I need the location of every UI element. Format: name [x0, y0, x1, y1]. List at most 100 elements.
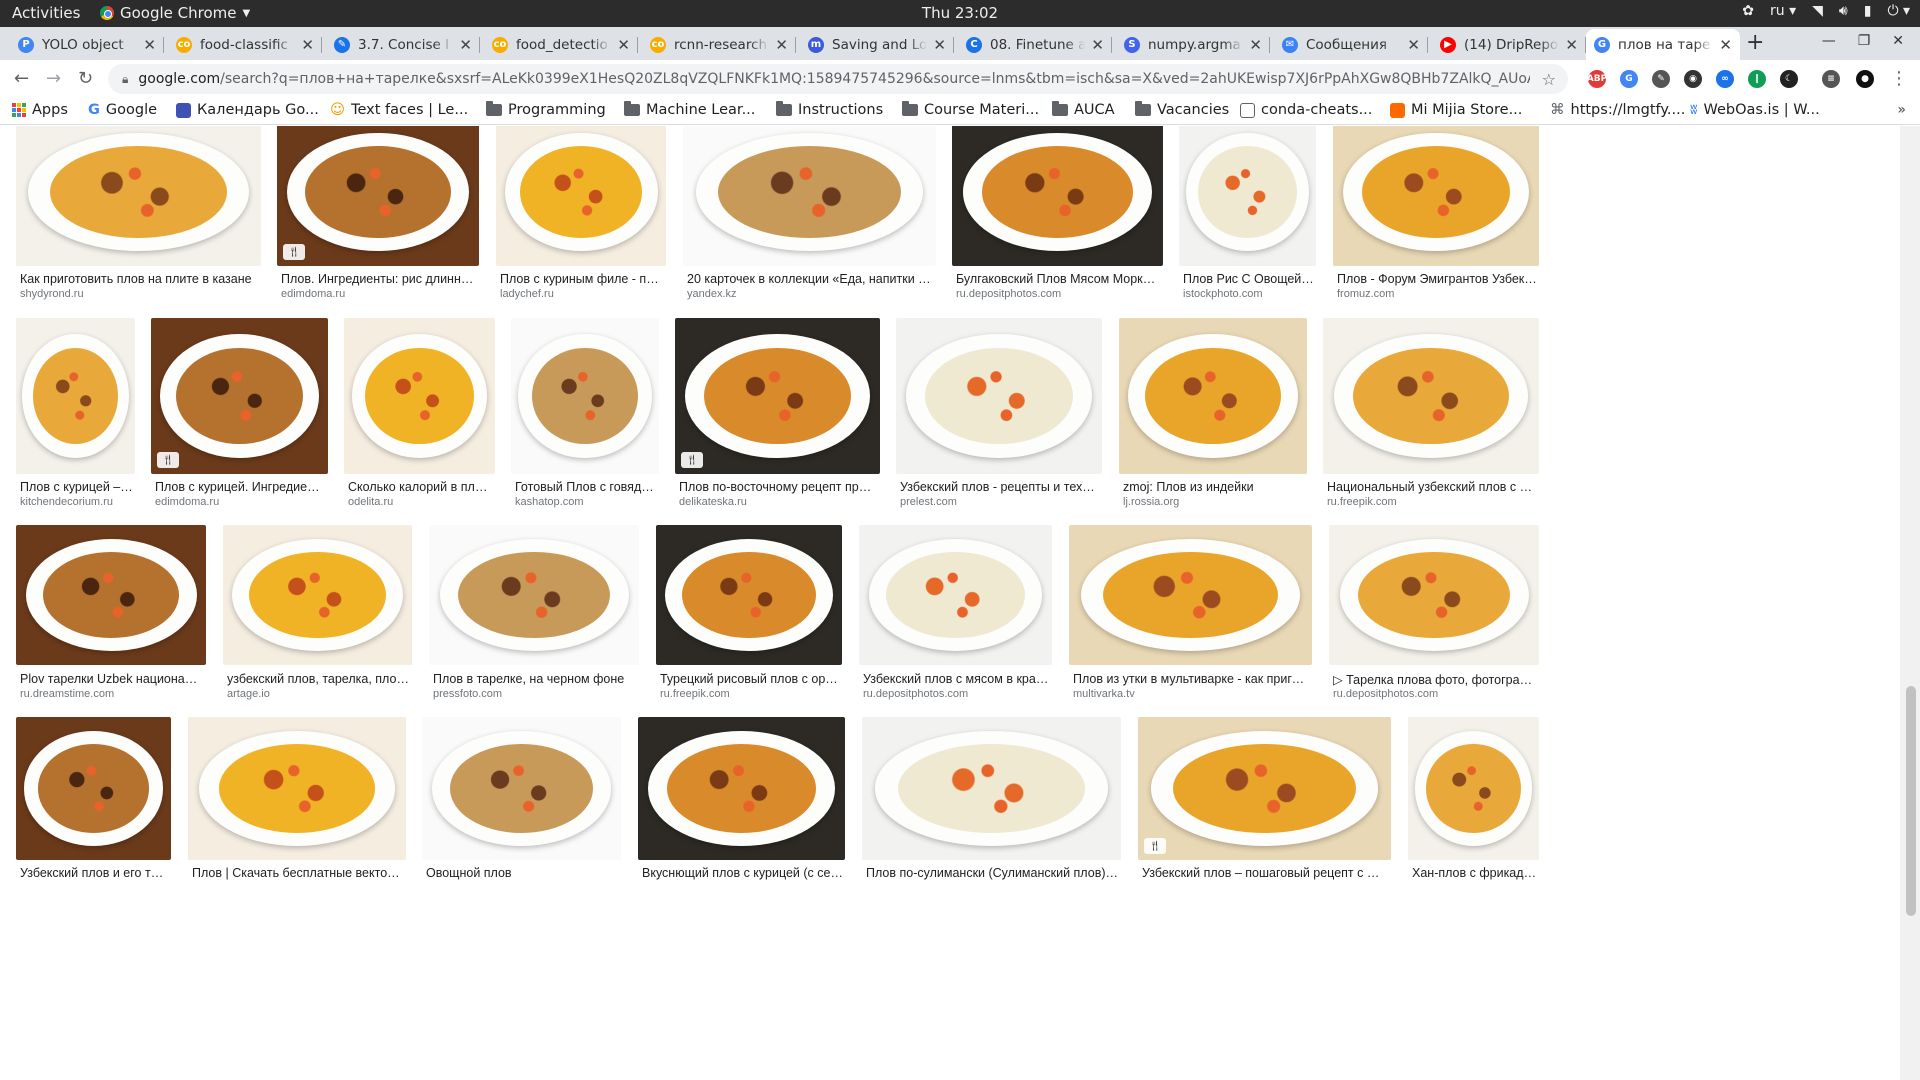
system-tray[interactable]: ✿ ru ▾ ◥ 🔊︎ ▮ ⏻ ▾ — [1742, 3, 1910, 19]
close-window-icon[interactable]: ✕ — [1892, 33, 1904, 49]
tab-2[interactable]: co food-classific ✕ — [168, 29, 322, 60]
leaf-extension-icon[interactable]: ❙ — [1748, 70, 1766, 88]
result-source[interactable]: multivarka.tv — [1073, 688, 1135, 700]
result-thumbnail[interactable]: 🍴︎ — [151, 318, 328, 474]
image-result[interactable]: zmoj: Плов из индейки lj.rossia.org — [1119, 318, 1307, 512]
menu-kebab-icon[interactable]: ⋮ — [1890, 68, 1908, 89]
result-source[interactable]: delikateska.ru — [679, 496, 747, 508]
profile-avatar[interactable]: ● — [1856, 70, 1874, 88]
result-caption[interactable]: Национальный узбекский плов с мясом, а..… — [1327, 480, 1537, 494]
image-result[interactable]: Вкуснющий плов с курицей (с секретико... — [638, 717, 845, 898]
result-caption[interactable]: Плов - Форум Эмигрантов Узбекистана — [1337, 272, 1537, 286]
result-caption[interactable]: Плов по-восточному рецепт приготовле... — [679, 480, 878, 494]
restore-icon[interactable]: ❐ — [1858, 33, 1871, 49]
image-result[interactable]: 🍴︎ Плов по-восточному рецепт приготовле..… — [675, 318, 880, 512]
bookmark-8[interactable]: Course Materi... — [902, 101, 1039, 118]
result-thumbnail[interactable] — [1069, 525, 1312, 665]
result-thumbnail[interactable]: 🍴︎ — [675, 318, 880, 474]
close-tab-icon[interactable]: ✕ — [775, 36, 788, 54]
result-thumbnail[interactable] — [16, 717, 171, 860]
close-tab-icon[interactable]: ✕ — [1407, 36, 1420, 54]
result-source[interactable]: kashatop.com — [515, 496, 583, 508]
activities-button[interactable]: Activities — [12, 4, 80, 22]
result-caption[interactable]: zmoj: Плов из индейки — [1123, 480, 1305, 494]
new-tab-button[interactable]: + — [1746, 30, 1764, 55]
result-source[interactable]: ru.dreamstime.com — [20, 688, 114, 700]
result-caption[interactable]: Сколько калорий в плове - к... — [348, 480, 493, 494]
result-caption[interactable]: Овощной плов — [426, 866, 619, 880]
result-caption[interactable]: Готовый Плов с говядиной ... — [515, 480, 657, 494]
image-result[interactable]: Сколько калорий в плове - к... odelita.ru — [344, 318, 495, 512]
result-caption[interactable]: Плов с курицей. Ингредиенты: ри... — [155, 480, 326, 494]
back-icon[interactable]: ← — [14, 68, 29, 89]
tab-3[interactable]: ✎ 3.7. Concise I ✕ — [326, 29, 480, 60]
result-thumbnail[interactable]: 🍴︎ — [1138, 717, 1391, 860]
result-source[interactable]: yandex.kz — [687, 288, 737, 300]
result-thumbnail[interactable] — [429, 525, 639, 665]
result-thumbnail[interactable] — [952, 126, 1163, 266]
bookmark-9[interactable]: AUCA — [1052, 101, 1115, 118]
close-tab-icon[interactable]: ✕ — [1719, 36, 1732, 54]
result-source[interactable]: ru.depositphotos.com — [863, 688, 968, 700]
result-thumbnail[interactable] — [638, 717, 845, 860]
result-source[interactable]: istockphoto.com — [1183, 288, 1262, 300]
result-thumbnail[interactable] — [188, 717, 406, 860]
result-source[interactable]: kitchendecorium.ru — [20, 496, 113, 508]
close-tab-icon[interactable]: ✕ — [459, 36, 472, 54]
result-source[interactable]: fromuz.com — [1337, 288, 1394, 300]
result-thumbnail[interactable] — [859, 525, 1052, 665]
result-thumbnail[interactable] — [862, 717, 1121, 860]
image-result[interactable]: Узбекский плов и его традиц... — [16, 717, 171, 898]
result-thumbnail[interactable] — [1119, 318, 1307, 474]
result-thumbnail[interactable] — [16, 525, 206, 665]
result-thumbnail[interactable] — [683, 126, 936, 266]
result-caption[interactable]: Плов. Ингредиенты: рис длиннозерны... — [281, 272, 477, 286]
result-thumbnail[interactable] — [344, 318, 495, 474]
tab-7[interactable]: C 08. Finetune a ✕ — [958, 29, 1112, 60]
image-result[interactable]: Национальный узбекский плов с мясом, а..… — [1323, 318, 1539, 512]
tab-5[interactable]: co rcnn-research ✕ — [642, 29, 796, 60]
close-tab-icon[interactable]: ✕ — [301, 36, 314, 54]
tab-10[interactable]: ▶ (14) DripRepo ✕ — [1432, 29, 1586, 60]
tab-1[interactable]: P YOLO object ✕ — [10, 29, 164, 60]
result-caption[interactable]: узбекский плов, тарелка, плов с мяс... — [227, 672, 410, 686]
clock[interactable]: Thu 23:02 — [0, 4, 1920, 22]
record-extension-icon[interactable]: ◉ — [1684, 70, 1702, 88]
image-result[interactable]: Узбекский плов с мясом в красной т... ru.… — [859, 525, 1052, 704]
minimize-icon[interactable]: — — [1822, 33, 1836, 49]
image-result[interactable]: Узбекский плов - рецепты и технология ..… — [896, 318, 1102, 512]
media-control-icon[interactable]: ≡ — [1822, 70, 1840, 88]
lock-icon[interactable]: 🔒︎ — [122, 72, 128, 87]
result-source[interactable]: edimdoma.ru — [281, 288, 345, 300]
scrollbar-thumb[interactable] — [1906, 686, 1916, 916]
result-source[interactable]: artage.io — [227, 688, 270, 700]
bookmarks-overflow-icon[interactable]: » — [1897, 102, 1906, 118]
result-thumbnail[interactable] — [656, 525, 842, 665]
result-caption[interactable]: 20 карточек в коллекции «Еда, напитки (п… — [687, 272, 934, 286]
image-result[interactable]: 🍴︎ Плов. Ингредиенты: рис длиннозерны... e… — [277, 126, 479, 304]
bookmark-14[interactable]: ʬ WebOas.is | W... — [1690, 102, 1820, 118]
reload-icon[interactable]: ↻ — [78, 68, 93, 89]
result-thumbnail[interactable] — [1329, 525, 1539, 665]
result-caption[interactable]: Вкуснющий плов с курицей (с секретико... — [642, 866, 843, 880]
result-source[interactable]: edimdoma.ru — [155, 496, 219, 508]
image-result[interactable]: Плов в тарелке, на черном фоне pressfoto.… — [429, 525, 639, 704]
result-thumbnail[interactable] — [1323, 318, 1539, 474]
image-result[interactable]: 🍴︎ Узбекский плов – пошаговый рецепт с фо… — [1138, 717, 1391, 898]
result-source[interactable]: ru.depositphotos.com — [956, 288, 1061, 300]
result-caption[interactable]: Плов Рис С Овощей На Та... — [1183, 272, 1314, 286]
result-thumbnail[interactable] — [896, 318, 1102, 474]
bookmark-10[interactable]: Vacancies — [1135, 101, 1229, 118]
tab-6[interactable]: m Saving and Lo ✕ — [800, 29, 954, 60]
result-caption[interactable]: Как приготовить плов на плите в казане — [20, 272, 259, 286]
image-result[interactable]: Турецкий рисовый плов с орсо в та... ru.f… — [656, 525, 842, 704]
dark-extension-icon[interactable]: ☾ — [1780, 70, 1798, 88]
image-result[interactable]: 20 карточек в коллекции «Еда, напитки (п… — [683, 126, 936, 304]
bookmark-11[interactable]: conda-cheats... — [1240, 102, 1372, 118]
result-caption[interactable]: Узбекский плов и его традиц... — [20, 866, 169, 880]
close-tab-icon[interactable]: ✕ — [617, 36, 630, 54]
result-thumbnail[interactable] — [1333, 126, 1539, 266]
result-caption[interactable]: Плов из утки в мультиварке - как пригото… — [1073, 672, 1310, 686]
close-tab-icon[interactable]: ✕ — [143, 36, 156, 54]
result-caption[interactable]: Хан-плов с фрикаделька... — [1412, 866, 1537, 880]
